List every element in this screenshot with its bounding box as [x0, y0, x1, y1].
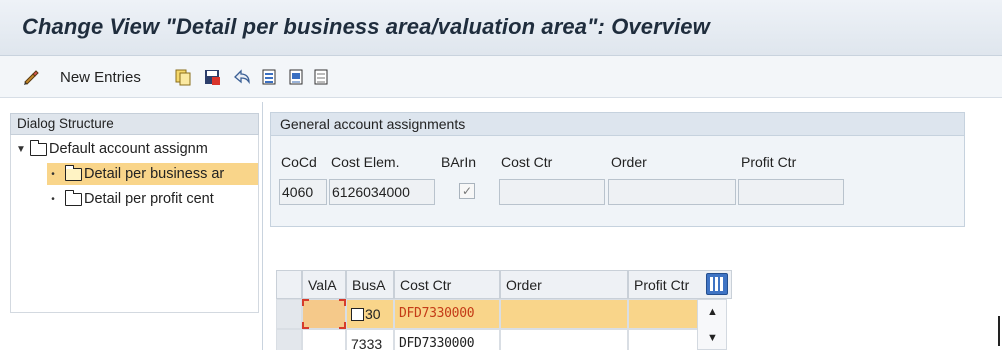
row-selector[interactable] — [276, 329, 302, 350]
new-entries-label: New Entries — [60, 68, 141, 86]
new-entries-button[interactable]: New Entries — [60, 65, 141, 89]
bullet-icon: • — [51, 193, 55, 205]
row-selector[interactable] — [276, 299, 302, 329]
valA-cell[interactable] — [302, 329, 346, 350]
cost-elem-field[interactable]: 6126034000 — [329, 179, 435, 205]
barIn-checkbox[interactable]: ✓ — [459, 183, 475, 199]
table-settings-icon[interactable] — [706, 273, 728, 295]
dialog-structure-pane: Dialog Structure ▼ Default account assig… — [0, 102, 263, 350]
tree-item-detail-business-area[interactable]: • Detail per business ar — [47, 163, 258, 185]
title-bar: Change View "Detail per business area/va… — [0, 0, 1002, 56]
busA-cell[interactable]: 7333 — [346, 329, 394, 350]
order-field[interactable] — [608, 179, 736, 205]
column-header-cost-ctr[interactable]: Cost Ctr — [394, 270, 500, 299]
tree-item-detail-profit-center[interactable]: • Detail per profit cent — [47, 188, 214, 210]
dialog-structure-header: Dialog Structure — [10, 113, 259, 135]
window-edge-divider — [998, 316, 1000, 346]
toolbar: New Entries — [0, 56, 1002, 98]
scroll-down-icon[interactable]: ▼ — [707, 332, 718, 344]
detail-pane: General account assignments CoCd Cost El… — [264, 102, 1002, 350]
detail-table: ValA BusA Cost Ctr Order Profit Ctr 30 D… — [276, 270, 732, 350]
focus-corner — [339, 322, 346, 329]
select-block-icon[interactable] — [285, 65, 307, 89]
row-selector-header[interactable] — [276, 270, 302, 299]
scroll-up-icon[interactable]: ▲ — [707, 306, 718, 318]
profit-ctr-field[interactable] — [738, 179, 844, 205]
open-folder-icon — [64, 164, 82, 181]
cost-ctr-field[interactable] — [499, 179, 605, 205]
save-icon[interactable] — [201, 65, 223, 89]
profit-ctr-label: Profit Ctr — [741, 154, 797, 170]
column-header-busA[interactable]: BusA — [346, 270, 394, 299]
table-scrollbar[interactable]: ▲ ▼ — [697, 299, 727, 350]
coCd-label: CoCd — [281, 154, 317, 170]
cost-ctr-cell[interactable]: DFD7330000 — [394, 329, 500, 350]
coCd-field[interactable]: 4060 — [279, 179, 327, 205]
expand-triangle-icon[interactable]: ▼ — [15, 144, 27, 155]
profit-ctr-cell[interactable] — [628, 299, 698, 329]
busA-cell[interactable]: 30 — [346, 299, 394, 329]
undo-icon[interactable] — [230, 65, 254, 89]
group-header: General account assignments — [271, 113, 964, 136]
bullet-icon: • — [51, 168, 55, 180]
general-account-assignments-group: General account assignments CoCd Cost El… — [270, 112, 965, 227]
order-cell[interactable] — [500, 329, 628, 350]
barIn-label: BArIn — [441, 154, 477, 170]
dialog-structure-tree: ▼ Default account assignm • Detail per b… — [10, 135, 259, 313]
folder-icon — [64, 189, 82, 206]
value-help-icon[interactable] — [351, 308, 364, 321]
column-header-valA[interactable]: ValA — [302, 270, 346, 299]
page-title: Change View "Detail per business area/va… — [22, 14, 710, 39]
column-header-order[interactable]: Order — [500, 270, 628, 299]
focus-corner — [302, 322, 309, 329]
cost-ctr-label: Cost Ctr — [501, 154, 553, 170]
profit-ctr-cell[interactable] — [628, 329, 698, 350]
cost-ctr-cell[interactable]: DFD7330000 — [394, 299, 500, 329]
tree-item-label: Detail per profit cent — [84, 191, 214, 207]
tree-item-default-account-assignment[interactable]: ▼ Default account assignm — [15, 138, 208, 160]
folder-icon — [29, 139, 47, 156]
focus-corner — [302, 299, 309, 306]
deselect-all-icon[interactable] — [310, 65, 332, 89]
focus-corner — [339, 299, 346, 306]
tree-item-label: Detail per business ar — [84, 166, 225, 182]
cost-elem-label: Cost Elem. — [331, 154, 400, 170]
tree-item-label: Default account assignm — [49, 141, 208, 157]
edit-pencil-icon[interactable] — [18, 65, 44, 89]
busA-value: 30 — [365, 306, 381, 322]
order-label: Order — [611, 154, 647, 170]
order-cell[interactable] — [500, 299, 628, 329]
copy-icon[interactable] — [172, 65, 194, 89]
select-all-icon[interactable] — [258, 65, 280, 89]
